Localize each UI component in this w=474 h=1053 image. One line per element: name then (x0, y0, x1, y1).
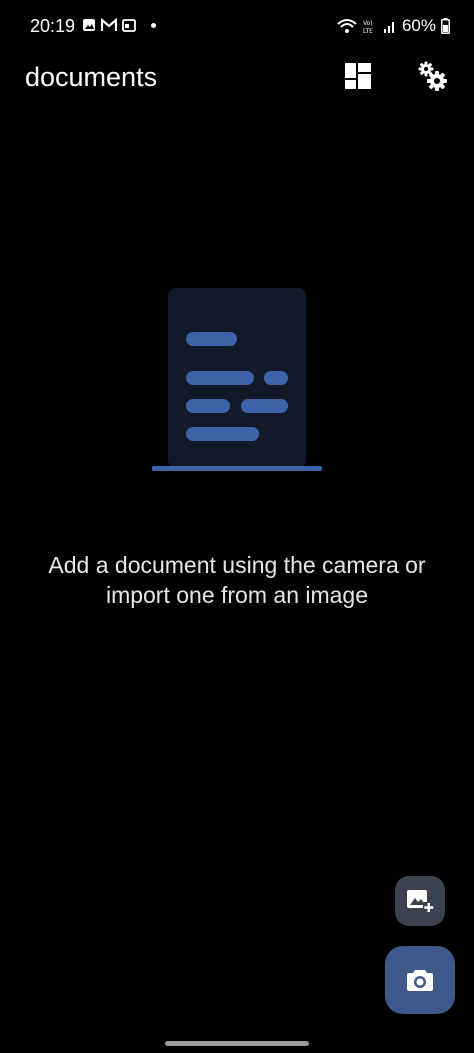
import-image-button[interactable] (395, 876, 445, 926)
layout-grid-icon (345, 63, 371, 89)
illustration-line (186, 332, 237, 346)
status-system-icons: Vo) LTE 60% (337, 16, 450, 36)
battery-percent: 60% (401, 16, 436, 35)
illustration-baseline (152, 466, 322, 471)
layout-button[interactable] (338, 56, 378, 96)
status-time: 20:19 (30, 16, 76, 36)
svg-text:LTE: LTE (363, 28, 373, 34)
status-notification-icons (82, 18, 156, 32)
add-photo-icon (407, 890, 434, 913)
wifi-6-icon (337, 19, 357, 33)
app-bar: documents (0, 52, 474, 104)
calendar-icon (122, 19, 136, 32)
battery-icon (441, 18, 450, 34)
illustration-line (186, 427, 259, 441)
screen: 20:19 Vo) LTE 60% documents Add a docume… (0, 0, 474, 1053)
illustration-line (186, 371, 254, 385)
page-title: documents (25, 62, 158, 92)
empty-state-message: Add a document using the camera or impor… (48, 552, 426, 608)
status-bar: 20:19 Vo) LTE 60% (0, 0, 474, 52)
camera-icon (407, 970, 433, 991)
gallery-icon (83, 19, 95, 31)
camera-button[interactable] (385, 946, 455, 1014)
document-illustration (152, 288, 322, 471)
illustration-line (264, 371, 288, 385)
illustration-line (241, 399, 288, 413)
signal-icon (383, 22, 394, 33)
settings-gears-icon (418, 61, 447, 91)
svg-text:Vo): Vo) (363, 20, 373, 27)
notification-dot (151, 22, 156, 28)
gmail-icon (101, 18, 117, 31)
volte-icon: Vo) LTE (363, 20, 373, 34)
illustration-line (186, 399, 230, 413)
settings-button[interactable] (412, 56, 452, 96)
home-indicator[interactable] (165, 1041, 309, 1046)
